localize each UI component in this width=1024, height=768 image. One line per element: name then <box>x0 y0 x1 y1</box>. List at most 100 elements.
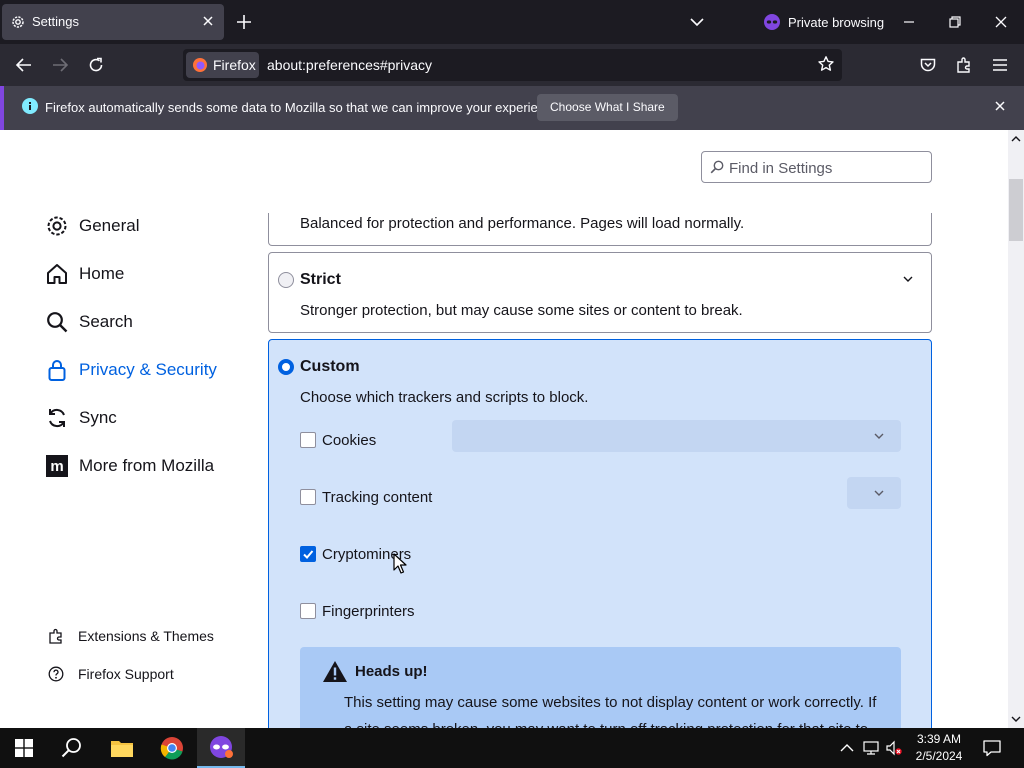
cookies-dropdown[interactable] <box>452 420 901 452</box>
help-icon <box>48 666 64 682</box>
category-search[interactable]: Search <box>45 309 133 335</box>
new-tab-icon[interactable] <box>235 13 253 31</box>
reload-icon[interactable] <box>87 56 105 74</box>
chrome-button[interactable] <box>148 728 196 768</box>
url-text[interactable]: about:preferences#privacy <box>267 57 432 73</box>
show-hidden-icons-icon[interactable] <box>839 740 855 756</box>
standard-protection-card[interactable]: Balanced for protection and performance.… <box>268 213 932 246</box>
find-in-settings[interactable] <box>701 151 932 183</box>
strict-radio[interactable] <box>278 272 294 288</box>
chrome-icon <box>160 737 183 760</box>
category-home[interactable]: Home <box>45 261 124 287</box>
tracking-content-option[interactable]: Tracking content <box>300 488 432 506</box>
list-all-tabs-icon[interactable] <box>689 14 705 30</box>
warning-text: This setting may cause some websites to … <box>344 694 877 728</box>
tab-title: Settings <box>32 14 79 29</box>
puzzle-icon <box>49 628 62 644</box>
option-label: Cookies <box>322 431 377 449</box>
scroll-up-arrow-icon[interactable] <box>1011 134 1021 144</box>
file-explorer-button[interactable] <box>98 728 146 768</box>
tab-strip: Settings Private browsing <box>0 0 1024 44</box>
info-icon <box>22 98 38 114</box>
category-privacy-security[interactable]: Privacy & Security <box>45 357 217 383</box>
home-icon <box>45 262 69 286</box>
preferences-content: General Home Search Privacy & Security S… <box>0 130 1008 728</box>
vertical-scrollbar[interactable] <box>1008 130 1024 728</box>
cryptominers-checkbox[interactable] <box>300 546 316 562</box>
data-collection-notification: Firefox automatically sends some data to… <box>0 86 1024 130</box>
warning-title: Heads up! <box>355 663 428 680</box>
category-label: Privacy & Security <box>79 360 217 379</box>
cookies-option[interactable]: Cookies <box>300 431 376 449</box>
custom-title: Custom <box>300 358 360 375</box>
category-label: General <box>79 216 140 235</box>
mouse-pointer-icon <box>393 553 407 574</box>
fingerprinters-option[interactable]: Fingerprinters <box>300 602 415 620</box>
category-general[interactable]: General <box>45 213 139 239</box>
forward-icon[interactable] <box>51 56 69 74</box>
identity-box[interactable]: Firefox <box>186 52 259 78</box>
option-label: Tracking content <box>322 488 433 506</box>
svg-text:m: m <box>50 458 63 475</box>
strict-description: Stronger protection, but may cause some … <box>300 302 743 319</box>
taskbar-search-button[interactable] <box>48 728 96 768</box>
chevron-down-icon <box>874 490 884 496</box>
folder-icon <box>111 741 133 757</box>
minimize-icon[interactable] <box>901 14 917 30</box>
category-label: Sync <box>79 408 117 427</box>
footer-link-label: Firefox Support <box>78 666 174 682</box>
extensions-themes-link[interactable]: Extensions & Themes <box>48 627 214 645</box>
firefox-private-button[interactable] <box>197 728 245 768</box>
custom-description: Choose which trackers and scripts to blo… <box>300 389 589 406</box>
category-label: More from Mozilla <box>79 456 215 475</box>
volume-muted-icon[interactable] <box>886 740 902 756</box>
clock[interactable]: 3:39 AM 2/5/2024 <box>904 731 974 765</box>
firefox-logo-icon <box>193 58 207 72</box>
category-more-from-mozilla[interactable]: m More from Mozilla <box>45 453 214 479</box>
footer-link-label: Extensions & Themes <box>78 628 214 644</box>
firefox-private-icon <box>210 736 233 758</box>
mozilla-icon: m <box>45 454 69 478</box>
clock-date: 2/5/2024 <box>915 749 963 763</box>
lock-icon <box>45 358 69 382</box>
bookmark-star-icon[interactable] <box>817 55 835 73</box>
fingerprinters-checkbox[interactable] <box>300 603 316 619</box>
windows-logo-icon <box>15 739 33 757</box>
category-label: Home <box>79 264 125 283</box>
menu-icon[interactable] <box>991 56 1009 74</box>
start-button[interactable] <box>0 728 48 768</box>
network-icon[interactable] <box>863 740 879 756</box>
tab-settings[interactable]: Settings <box>2 4 224 40</box>
tracking-content-checkbox[interactable] <box>300 489 316 505</box>
custom-radio[interactable] <box>278 359 294 375</box>
scrollbar-thumb[interactable] <box>1009 179 1023 241</box>
cookies-checkbox[interactable] <box>300 432 316 448</box>
windows-taskbar: 3:39 AM 2/5/2024 <box>0 728 1024 768</box>
search-icon <box>61 738 81 758</box>
magnifier-icon <box>45 310 69 334</box>
close-tab-icon[interactable] <box>200 13 216 29</box>
extensions-icon[interactable] <box>955 56 973 74</box>
firefox-support-link[interactable]: Firefox Support <box>48 665 174 683</box>
close-notification-icon[interactable] <box>993 99 1007 113</box>
restore-icon[interactable] <box>947 14 963 30</box>
notifications-icon[interactable] <box>983 739 1001 757</box>
tracking-content-dropdown[interactable] <box>847 477 901 509</box>
strict-protection-card[interactable]: Strict Stronger protection, but may caus… <box>268 252 932 333</box>
scroll-down-arrow-icon[interactable] <box>1011 714 1021 724</box>
category-sync[interactable]: Sync <box>45 405 117 431</box>
category-label: Search <box>79 312 133 331</box>
back-icon[interactable] <box>15 56 33 74</box>
close-window-icon[interactable] <box>993 14 1009 30</box>
find-in-settings-input[interactable] <box>729 157 925 179</box>
pocket-icon[interactable] <box>919 56 937 74</box>
search-icon <box>710 160 724 174</box>
choose-what-i-share-button[interactable]: Choose What I Share <box>537 94 678 121</box>
custom-protection-card[interactable]: Custom Choose which trackers and scripts… <box>268 339 932 728</box>
identity-label: Firefox <box>213 57 256 73</box>
clock-time: 3:39 AM <box>916 732 962 746</box>
heads-up-warning: Heads up! This setting may cause some we… <box>300 647 901 728</box>
notification-message: Firefox automatically sends some data to… <box>45 100 563 115</box>
sync-icon <box>45 406 69 430</box>
chevron-down-icon[interactable] <box>902 273 914 285</box>
